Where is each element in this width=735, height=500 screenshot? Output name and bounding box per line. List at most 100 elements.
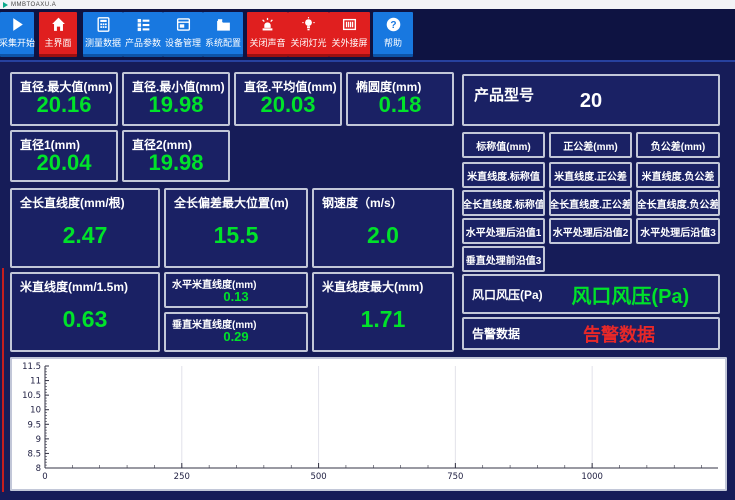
stat-value: 0.29 [166, 329, 306, 344]
stat-diameter2: 直径2(mm) 19.98 [122, 130, 230, 182]
stat-vertical-meter-straightness: 垂直米直线度(mm) 0.29 [164, 312, 308, 352]
button-label: 采集开始 [0, 36, 35, 49]
siren-icon [259, 16, 276, 33]
toolbar: 采集开始 主界面 测量数据 产品参数 设备管理 系统配置 关闭声音 关闭灯光 [0, 9, 735, 62]
svg-text:8: 8 [36, 464, 41, 474]
param-button-plus-tolerance[interactable]: 正公差(mm) [549, 132, 632, 158]
stat-diameter-max: 直径.最大值(mm) 20.16 [10, 72, 118, 126]
alarm-data-value: 告警数据 [520, 321, 718, 347]
bulb-icon [300, 16, 317, 33]
main-window: MMBTOAXU.A 采集开始 主界面 测量数据 产品参数 设备管理 系统配置 [0, 0, 735, 500]
svg-text:9.5: 9.5 [27, 420, 41, 430]
mute-sound-button[interactable]: 关闭声音 [247, 12, 288, 57]
stat-value: 0.18 [348, 92, 452, 118]
param-button-full-straightness-nominal[interactable]: 全长直线度.标称值 [462, 190, 545, 216]
alarm-data-box: 告警数据 告警数据 [462, 317, 720, 350]
lights-off-button[interactable]: 关闭灯光 [288, 12, 329, 57]
stat-value: 2.0 [314, 222, 452, 249]
stat-value: 0.13 [166, 289, 306, 304]
help-button[interactable]: ? 帮助 [373, 12, 413, 57]
stat-ovality: 椭圆度(mm) 0.18 [346, 72, 454, 126]
svg-text:10: 10 [30, 406, 41, 416]
stat-steel-speed: 钢速度（m/s） 2.0 [312, 188, 454, 268]
stat-label: 米直线度(mm/1.5m) [20, 278, 128, 295]
stat-value: 20.03 [236, 92, 340, 118]
stat-diameter1: 直径1(mm) 20.04 [10, 130, 118, 182]
calculator-icon [95, 16, 112, 33]
device-management-button[interactable]: 设备管理 [163, 12, 203, 57]
svg-text:?: ? [390, 20, 396, 31]
stat-value: 0.63 [12, 306, 158, 333]
svg-text:8.5: 8.5 [27, 449, 41, 459]
svg-text:500: 500 [310, 472, 326, 482]
stat-max-deviation-position: 全长偏差最大位置(m) 15.5 [164, 188, 308, 268]
button-label: 设备管理 [165, 36, 201, 49]
stat-value: 15.5 [166, 222, 306, 249]
param-button-meter-straightness-minus[interactable]: 米直线度.负公差 [636, 162, 720, 188]
param-button-full-straightness-plus[interactable]: 全长直线度.正公差 [549, 190, 632, 216]
measurement-data-button[interactable]: 测量数据 [83, 12, 123, 57]
product-parameters-button[interactable]: 产品参数 [123, 12, 163, 57]
play-icon [9, 16, 26, 33]
svg-text:750: 750 [447, 472, 463, 482]
device-window-icon [175, 16, 192, 33]
home-icon [50, 16, 67, 33]
product-model-value: 20 [464, 90, 718, 113]
wind-pressure-label: 风口风压(Pa) [472, 286, 543, 303]
wind-pressure-box: 风口风压(Pa) 风口风压(Pa) [462, 274, 720, 314]
title-bar: MMBTOAXU.A [0, 0, 735, 9]
stat-horizontal-meter-straightness: 水平米直线度(mm) 0.13 [164, 272, 308, 308]
stat-label: 全长直线度(mm/根) [20, 194, 125, 211]
window-title: MMBTOAXU.A [11, 2, 56, 8]
start-acquisition-button[interactable]: 采集开始 [0, 12, 34, 57]
param-button-meter-straightness-plus[interactable]: 米直线度.正公差 [549, 162, 632, 188]
stat-value: 19.98 [124, 92, 228, 118]
app-icon [3, 2, 8, 8]
left-edge-indicator [2, 268, 4, 492]
button-label: 测量数据 [85, 36, 121, 49]
stat-value: 19.98 [124, 150, 228, 176]
button-label: 关闭声音 [249, 36, 285, 49]
button-label: 产品参数 [125, 36, 161, 49]
stat-meter-straightness-max: 米直线度最大(mm) 1.71 [312, 272, 454, 352]
svg-text:0: 0 [42, 472, 47, 482]
main-screen-button[interactable]: 主界面 [39, 12, 77, 57]
param-button-horizontal-trailing3[interactable]: 水平处理后沿值3 [636, 218, 720, 244]
alarm-data-label: 告警数据 [472, 325, 520, 342]
stat-meter-straightness: 米直线度(mm/1.5m) 0.63 [10, 272, 160, 352]
stat-value: 2.47 [12, 222, 158, 249]
system-config-button[interactable]: 系统配置 [203, 12, 243, 57]
svg-text:11: 11 [30, 377, 41, 387]
param-button-minus-tolerance[interactable]: 负公差(mm) [636, 132, 720, 158]
button-label: 关闭灯光 [290, 36, 326, 49]
button-label: 关外接屏 [331, 36, 367, 49]
wind-pressure-value: 风口风压(Pa) [543, 280, 718, 309]
stat-label: 钢速度（m/s） [322, 194, 403, 211]
stat-value: 20.04 [12, 150, 116, 176]
button-label: 系统配置 [205, 36, 241, 49]
svg-text:11.5: 11.5 [22, 362, 41, 372]
product-model-box: 产品型号 20 [462, 74, 720, 126]
param-button-full-straightness-minus[interactable]: 全长直线度.负公差 [636, 190, 720, 216]
stat-label: 全长偏差最大位置(m) [174, 194, 289, 211]
stat-label: 米直线度最大(mm) [322, 278, 423, 295]
svg-text:10.5: 10.5 [22, 391, 41, 401]
stat-full-length-straightness: 全长直线度(mm/根) 2.47 [10, 188, 160, 268]
param-button-horizontal-trailing1[interactable]: 水平处理后沿值1 [462, 218, 545, 244]
svg-text:1000: 1000 [581, 472, 603, 482]
param-button-meter-straightness-nominal[interactable]: 米直线度.标称值 [462, 162, 545, 188]
external-screen-icon [341, 16, 358, 33]
stat-diameter-min: 直径.最小值(mm) 19.98 [122, 72, 230, 126]
stat-diameter-avg: 直径.平均值(mm) 20.03 [234, 72, 342, 126]
param-button-horizontal-trailing2[interactable]: 水平处理后沿值2 [549, 218, 632, 244]
stat-value: 1.71 [314, 306, 452, 333]
param-button-vertical-leading3[interactable]: 垂直处理前沿值3 [462, 246, 545, 272]
stat-value: 20.16 [12, 92, 116, 118]
param-button-nominal[interactable]: 标称值(mm) [462, 132, 545, 158]
button-label: 主界面 [44, 36, 71, 49]
button-label: 帮助 [384, 36, 402, 49]
list-icon [135, 16, 152, 33]
external-screen-off-button[interactable]: 关外接屏 [329, 12, 370, 57]
trend-chart-plot: 88.599.51010.51111.502505007501000 [12, 359, 725, 489]
svg-text:9: 9 [36, 435, 41, 445]
